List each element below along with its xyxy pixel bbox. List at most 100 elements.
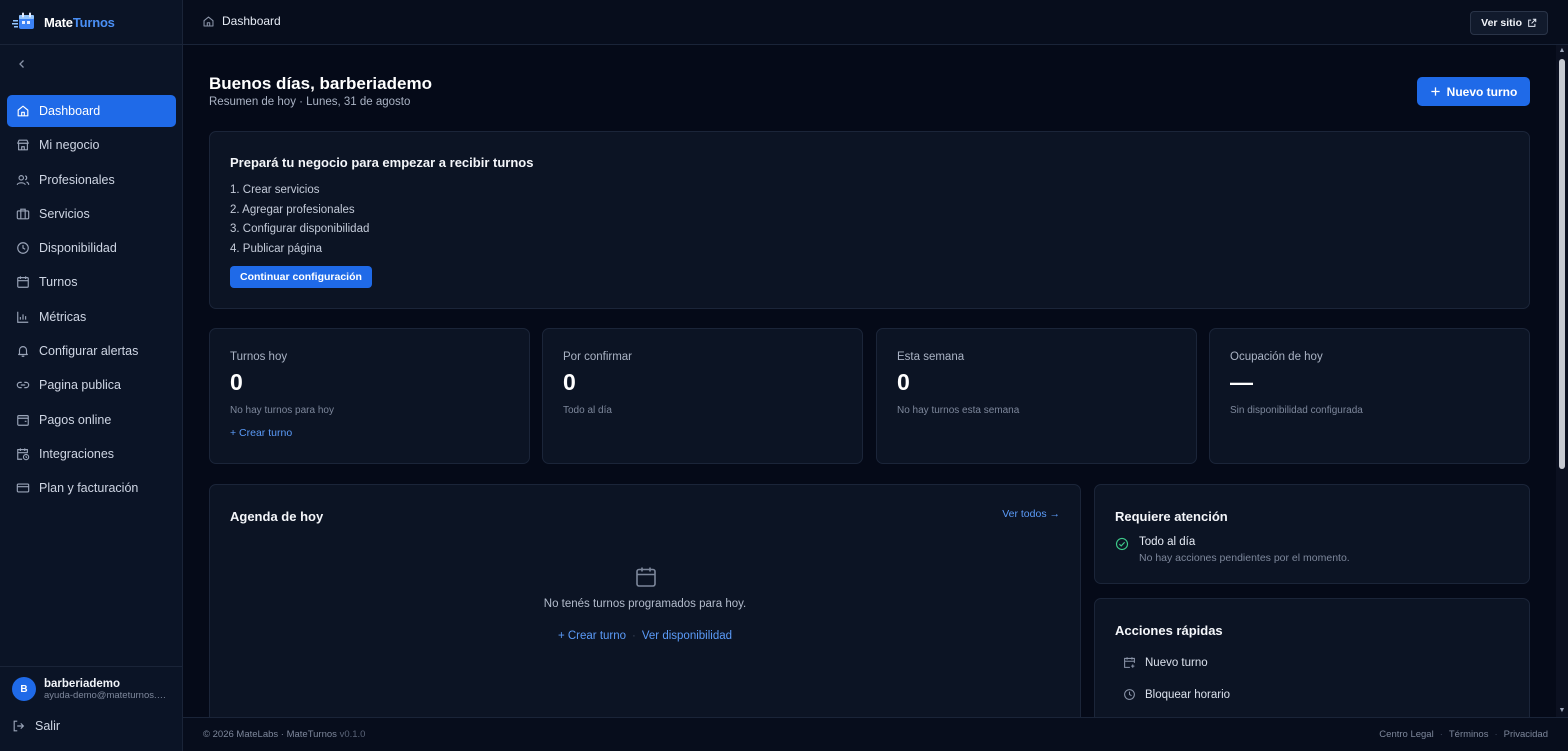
stat-card-por-confirmar: Por confirmar 0 Todo al día [542,328,863,464]
user-profile[interactable]: B barberiademo ayuda-demo@mateturnos.com [0,666,183,711]
sidebar-item-pagos-online[interactable]: Pagos online [7,404,176,436]
stat-note: No hay turnos para hoy [230,405,334,416]
sidebar-item-label: Pagos online [39,412,112,427]
clock-icon [1124,689,1135,700]
user-email: ayuda-demo@mateturnos.com [44,689,168,701]
breadcrumb: Dashboard [202,14,281,28]
sidebar-item-configurar-alertas[interactable]: Configurar alertas [7,335,176,367]
sidebar-item-disponibilidad[interactable]: Disponibilidad [7,232,176,264]
sidebar-item-turnos[interactable]: Turnos [7,266,176,298]
avatar: B [12,677,36,701]
calendar-icon [17,276,29,289]
stat-card-ocupacion: Ocupación de hoy — Sin disponibilidad co… [1209,328,1530,464]
setup-step: 3. Configurar disponibilidad [230,223,370,236]
sidebar-item-servicios[interactable]: Servicios [7,198,176,230]
sidebar-item-label: Profesionales [39,172,115,187]
sidebar-item-plan-facturacion[interactable]: Plan y facturación [7,472,176,504]
setup-steps: 1. Crear servicios 2. Agregar profesiona… [230,181,369,260]
agenda-title: Agenda de hoy [230,509,324,524]
scroll-down-arrow-icon[interactable]: ▼ [1558,707,1566,715]
create-turn-link[interactable]: + Crear turno [230,427,292,439]
attention-card: Requiere atención Todo al día No hay acc… [1094,484,1530,584]
agenda-card: Agenda de hoy Ver todos → No tenés turno… [209,484,1081,717]
sidebar-item-dashboard[interactable]: Dashboard [7,95,176,127]
sidebar: MateTurnos Dashboard Mi negocio Profesio… [0,0,183,751]
logout-icon [13,720,25,732]
bell-icon [18,346,28,357]
stat-label: Esta semana [897,351,965,363]
stat-label: Por confirmar [563,351,633,363]
copyright-text: © 2026 MateLabs · MateTurnos [203,729,337,740]
bar-chart-icon [17,311,29,323]
user-name: barberiademo [44,677,121,690]
credit-card-icon [16,483,30,493]
page-subtitle: Resumen de hoy · Lunes, 31 de agosto [209,96,411,108]
sidebar-item-profesionales[interactable]: Profesionales [7,164,176,196]
footer-copyright: © 2026 MateLabs · MateTurnos v0.1.0 [203,729,365,740]
sidebar-item-label: Mi negocio [39,138,100,153]
quick-actions-title: Acciones rápidas [1115,623,1223,638]
home-icon [203,16,214,26]
agenda-empty-message: No tenés turnos programados para hoy. [543,598,747,610]
quick-action-block-schedule[interactable]: Bloquear horario [1123,688,1230,701]
arrow-right-icon: → [1049,508,1061,520]
stat-note: Todo al día [563,405,612,416]
footer: © 2026 MateLabs · MateTurnos v0.1.0 Cent… [183,717,1568,751]
new-turn-button[interactable]: Nuevo turno [1417,77,1530,106]
calendar-icon [636,567,656,587]
collapse-sidebar-button[interactable] [14,56,30,72]
agenda-create-turn-link[interactable]: + Crear turno [558,630,626,642]
brand[interactable]: MateTurnos [0,0,182,45]
sidebar-nav: Dashboard Mi negocio Profesionales Servi… [7,95,176,507]
ver-todos-label: Ver todos [1002,508,1047,520]
breadcrumb-label: Dashboard [222,14,281,28]
store-icon [17,139,29,151]
plus-icon [1431,87,1440,96]
footer-links: Centro Legal · Términos · Privacidad [1379,729,1548,740]
sidebar-item-label: Servicios [39,206,90,221]
ver-sitio-button[interactable]: Ver sitio [1470,11,1548,35]
footer-link-privacidad[interactable]: Privacidad [1504,729,1548,740]
stat-value: 0 [230,369,243,395]
stat-note: No hay turnos esta semana [897,405,1020,416]
quick-action-label: Bloquear horario [1145,688,1231,701]
calendar-plus-icon [1124,657,1135,668]
calendar-clock-icon [17,448,30,461]
page-title: Buenos días, barberiademo [209,74,432,93]
agenda-availability-link[interactable]: Ver disponibilidad [642,630,732,642]
external-link-icon [1528,18,1537,27]
sidebar-item-label: Plan y facturación [39,481,139,496]
brand-name: MateTurnos [44,14,115,30]
continue-setup-button[interactable]: Continuar configuración [230,266,372,288]
agenda-actions: + Crear turno · Ver disponibilidad [210,630,1080,642]
mateturnos-logo-icon [12,11,38,33]
logout-button[interactable]: Salir [12,716,60,736]
logout-label: Salir [35,719,61,733]
new-turn-label: Nuevo turno [1446,84,1518,99]
sidebar-item-metricas[interactable]: Métricas [7,301,176,333]
separator: · [1494,729,1498,740]
clock-icon [17,242,29,255]
setup-title: Prepará tu negocio para empezar a recibi… [230,155,534,170]
scroll-up-arrow-icon[interactable]: ▲ [1558,47,1566,55]
quick-action-new-turn[interactable]: Nuevo turno [1123,656,1208,669]
setup-step: 1. Crear servicios [230,184,320,196]
attention-status: Todo al día [1139,536,1196,548]
main-scrollbar[interactable]: ▲ ▼ [1556,45,1568,717]
separator: · [1439,729,1443,740]
home-icon [17,105,29,117]
stat-label: Turnos hoy [230,351,288,363]
sidebar-item-label: Disponibilidad [39,241,117,256]
main-content: Buenos días, barberiademo Resumen de hoy… [183,45,1556,717]
quick-action-label: Nuevo turno [1145,656,1208,669]
footer-link-terminos[interactable]: Términos [1449,729,1489,740]
footer-link-centro-legal[interactable]: Centro Legal [1379,729,1433,740]
ver-todos-link[interactable]: Ver todos → [1002,508,1060,520]
sidebar-item-integraciones[interactable]: Integraciones [7,438,176,470]
stat-label: Ocupación de hoy [1230,351,1323,363]
sidebar-item-label: Turnos [39,275,78,290]
version-text: v0.1.0 [339,729,366,740]
sidebar-item-pagina-publica[interactable]: Pagina publica [7,369,176,401]
sidebar-item-mi-negocio[interactable]: Mi negocio [7,129,176,161]
scroll-thumb[interactable] [1559,59,1565,469]
